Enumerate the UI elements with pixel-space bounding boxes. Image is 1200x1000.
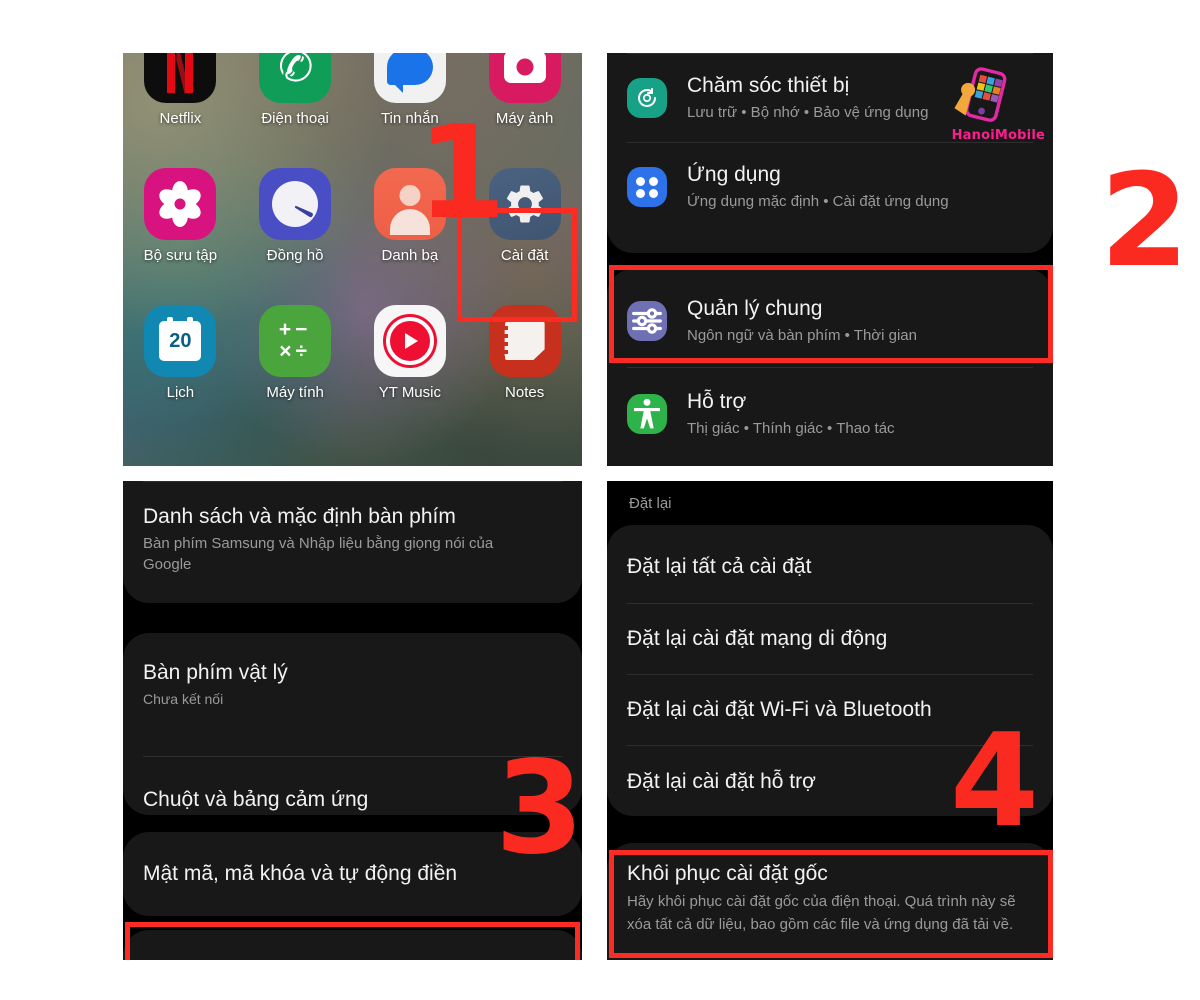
step-number-4: 4 [950, 707, 1039, 856]
netflix-icon [144, 53, 217, 103]
phone-wrench-icon [954, 67, 1007, 122]
app-label: Điện thoại [261, 110, 329, 127]
row-subtitle: Ứng dụng mặc định • Cài đặt ứng dụng [687, 193, 949, 210]
youtube-music-icon [373, 305, 446, 377]
row-title: Ứng dụng [687, 163, 781, 186]
app-label: Cài đặt [500, 247, 549, 264]
apps-grid-icon [627, 167, 667, 207]
app-label: Máy ảnh [495, 110, 554, 127]
step-number-3: 3 [495, 734, 584, 883]
settings-row-apps[interactable]: Ứng dụng Ứng dụng mặc định • Cài đặt ứng… [607, 143, 1053, 231]
gallery-icon [144, 168, 217, 240]
app-label: Notes [505, 384, 545, 401]
row-factory-reset[interactable]: Khôi phục cài đặt gốc Hãy khôi phục cài … [607, 843, 1053, 960]
messages-icon [373, 53, 446, 103]
notes-icon [488, 305, 561, 377]
app-gallery[interactable]: Bộ sưu tập [123, 168, 238, 305]
app-row-1: Netflix ✆ Điện thoại Tin nhắn Máy ảnh [123, 53, 582, 168]
row-title: Quản lý chung [687, 297, 823, 320]
general-management-panel: Danh sách và mặc định bàn phím Bàn phím … [123, 481, 582, 960]
app-label: Máy tính [266, 384, 324, 401]
device-care-icon [627, 78, 667, 118]
general-management-icon [627, 301, 667, 341]
row-title: Bàn phím vật lý [143, 661, 288, 684]
calendar-day: 20 [169, 329, 192, 352]
settings-row-accessibility[interactable]: Hỗ trợ Thị giác • Thính giác • Thao tác [607, 368, 1053, 460]
row-title: Hỗ trợ [687, 390, 747, 413]
settings-row-general-management[interactable]: Quản lý chung Ngôn ngữ và bàn phím • Thờ… [607, 269, 1053, 367]
screenshot-collage: Netflix ✆ Điện thoại Tin nhắn Máy ảnh Bộ… [0, 0, 1200, 1000]
factory-reset-card: Khôi phục cài đặt gốc Hãy khôi phục cài … [607, 843, 1053, 960]
calculator-icon: +− ×÷ [259, 305, 332, 377]
row-subtitle: Ngôn ngữ và bàn phím • Thời gian [687, 327, 917, 344]
row-title: Danh sách và mặc định bàn phím [143, 505, 456, 528]
watermark-text: HanoiMobile [951, 128, 1045, 143]
app-label: Bộ sưu tập [143, 247, 218, 264]
home-screen-panel: Netflix ✆ Điện thoại Tin nhắn Máy ảnh Bộ… [123, 53, 582, 466]
row-title: Đặt lại cài đặt mạng di động [627, 627, 888, 650]
step-number-2: 2 [1099, 147, 1189, 296]
accessibility-icon [627, 394, 667, 434]
row-title: Đặt lại tất cả cài đặt [627, 555, 812, 578]
settings-card-bottom: Quản lý chung Ngôn ngữ và bàn phím • Thờ… [607, 269, 1053, 466]
camera-icon [488, 53, 561, 103]
app-clock[interactable]: Đồng hồ [238, 168, 353, 305]
app-netflix[interactable]: Netflix [123, 53, 238, 168]
app-notes[interactable]: Notes [467, 305, 582, 442]
app-label: Danh bạ [381, 247, 439, 264]
row-subtitle: Hãy khôi phục cài đặt gốc của điện thoại… [627, 893, 1016, 933]
app-label: YT Music [378, 384, 441, 401]
row-keyboard-list[interactable]: Danh sách và mặc định bàn phím Bàn phím … [123, 482, 582, 603]
app-calendar[interactable]: 20 Lịch [123, 305, 238, 442]
app-label: Đồng hồ [266, 247, 324, 264]
row-subtitle: Thị giác • Thính giác • Thao tác [687, 420, 895, 437]
app-row-2: Bộ sưu tập Đồng hồ Danh bạ Cài đặt [123, 168, 582, 305]
row-title: Khôi phục cài đặt gốc [627, 862, 828, 885]
row-reset[interactable]: Đặt lại [123, 930, 582, 960]
clock-icon [259, 168, 332, 240]
app-label: Lịch [166, 384, 195, 401]
app-grid: Netflix ✆ Điện thoại Tin nhắn Máy ảnh Bộ… [123, 53, 582, 466]
calendar-icon: 20 [144, 305, 217, 377]
watermark: HanoiMobile [952, 66, 1045, 143]
row-subtitle: Bàn phím Samsung và Nhập liệu bằng giọng… [143, 535, 494, 573]
app-row-3: 20 Lịch +− ×÷ Máy tính YT Music Notes [123, 305, 582, 442]
app-label: Netflix [159, 110, 202, 127]
phone-icon: ✆ [259, 53, 332, 103]
row-reset-all-settings[interactable]: Đặt lại tất cả cài đặt [607, 525, 1053, 603]
step-number-1: 1 [417, 99, 506, 248]
section-header-reset: Đặt lại [607, 481, 1053, 525]
app-phone[interactable]: ✆ Điện thoại [238, 53, 353, 168]
app-yt-music[interactable]: YT Music [353, 305, 468, 442]
keyboard-card: Danh sách và mặc định bàn phím Bàn phím … [123, 481, 582, 603]
app-calculator[interactable]: +− ×÷ Máy tính [238, 305, 353, 442]
row-subtitle: Chưa kết nối [143, 691, 224, 707]
reset-card: Đặt lại [123, 930, 582, 960]
section-header-label: Đặt lại [629, 494, 672, 512]
row-reset-mobile-network[interactable]: Đặt lại cài đặt mạng di động [607, 604, 1053, 674]
settings-list-panel: Chăm sóc thiết bị Lưu trữ • Bộ nhớ • Bảo… [607, 53, 1053, 466]
